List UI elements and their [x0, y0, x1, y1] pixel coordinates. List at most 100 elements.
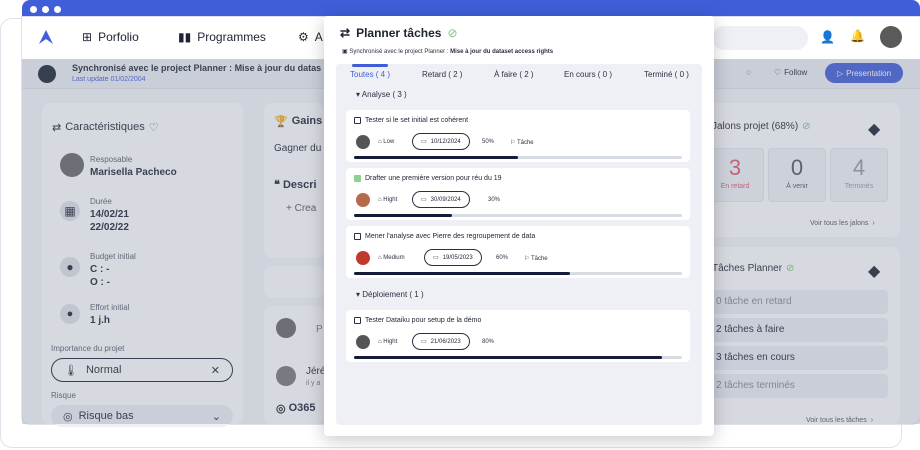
group-label: Déploiement ( 1 )	[362, 290, 424, 299]
tab-late[interactable]: Retard ( 2 )	[422, 70, 462, 79]
task-card[interactable]: Drafter une première version pour réu du…	[346, 168, 690, 220]
task-card[interactable]: Mener l'analyse avec Pierre des regroupe…	[346, 226, 690, 278]
nav-item-third[interactable]: ⚙ A	[298, 30, 323, 44]
task-card[interactable]: Tester Dataiku pour setup de la démo ⌂ H…	[346, 310, 690, 362]
task-checkbox[interactable]	[354, 117, 361, 124]
task-progress-fill	[354, 214, 453, 217]
task-checkbox-checked[interactable]	[354, 175, 361, 182]
task-progress-fill	[354, 356, 663, 359]
program-icon: ▮▮	[178, 30, 192, 44]
task-progress	[354, 272, 682, 275]
task-percent: 80%	[482, 339, 495, 345]
task-title-row: Tester si le set initial est cohérent	[354, 117, 468, 124]
assignee-avatar	[356, 193, 370, 207]
tab-active-indicator	[352, 64, 388, 67]
nav-item-programmes[interactable]: ▮▮ Programmes	[178, 30, 266, 44]
nav-label: A	[314, 30, 323, 44]
task-percent: 50%	[482, 139, 495, 145]
group-label: Analyse ( 3 )	[361, 90, 407, 99]
assignee-avatar	[356, 335, 370, 349]
task-progress	[354, 356, 682, 359]
calendar-icon: ▭	[421, 339, 427, 345]
assignee-avatar	[356, 135, 370, 149]
sync-project: Mise à jour du dataset access rights	[450, 49, 554, 55]
priority-icon: ⌂	[378, 139, 382, 145]
nav-label: Programmes	[197, 30, 266, 44]
task-title-row: Mener l'analyse avec Pierre des regroupe…	[354, 233, 535, 240]
priority-label: Hight	[383, 197, 398, 203]
caret-down-icon: ▾	[356, 90, 361, 99]
task-tag: ⚐ Tâche	[510, 139, 534, 146]
task-tag-label: Tâche	[516, 140, 534, 146]
swap-icon: ⇄	[340, 26, 351, 40]
task-title: Drafter une première version pour réu du…	[365, 175, 502, 182]
group-deploiement[interactable]: ▾ Déploiement ( 1 )	[356, 290, 424, 299]
calendar-icon: ▭	[421, 197, 427, 203]
tab-done[interactable]: Terminé ( 0 )	[644, 70, 689, 79]
due-date[interactable]: ▭ 10/12/2024	[412, 133, 470, 150]
avatar[interactable]	[880, 26, 902, 48]
grid-icon: ⊞	[82, 30, 93, 44]
due-date[interactable]: ▭ 19/05/2023	[424, 249, 482, 266]
window-dot-1[interactable]	[30, 6, 37, 13]
priority-label: Hight	[383, 339, 398, 345]
robot-icon: ⚙	[298, 30, 309, 44]
task-progress	[354, 214, 682, 217]
sync-prefix: Synchronisé avec le project Planner :	[349, 49, 451, 55]
task-progress	[354, 156, 682, 159]
task-title: Mener l'analyse avec Pierre des regroupe…	[365, 233, 536, 240]
task-percent: 30%	[488, 197, 501, 203]
tab-inprogress[interactable]: En cours ( 0 )	[564, 70, 612, 79]
briefcase-icon: ▣	[342, 49, 348, 55]
modal-header: ⇄ Planner tâches ⊘	[340, 26, 458, 40]
task-checkbox[interactable]	[354, 317, 361, 324]
tasks-panel: Toutes ( 4 ) Retard ( 2 ) À faire ( 2 ) …	[336, 64, 702, 425]
task-percent: 60%	[496, 255, 509, 261]
task-progress-fill	[354, 156, 518, 159]
app-logo-icon[interactable]	[38, 29, 54, 45]
tab-todo[interactable]: À faire ( 2 )	[494, 70, 534, 79]
window-titlebar	[22, 0, 920, 17]
window-dot-2[interactable]	[42, 6, 49, 13]
due-date[interactable]: ▭ 21/06/2023	[412, 333, 470, 350]
priority: ⌂ Hight	[378, 197, 397, 203]
caret-down-icon: ▾	[356, 290, 361, 299]
priority: ⌂ Hight	[378, 339, 397, 345]
assignee-avatar	[356, 251, 370, 265]
priority-icon: ⌂	[378, 197, 382, 203]
due-date[interactable]: ▭ 30/09/2024	[412, 191, 470, 208]
flag-icon: ⚐	[510, 140, 516, 146]
nav-item-portfolio[interactable]: ⊞ Porfolio	[82, 30, 139, 44]
task-tag: ⚐ Tâche	[524, 255, 548, 262]
priority: ⌂ Medium	[378, 255, 405, 261]
priority-icon: ⌂	[378, 339, 382, 345]
task-title: Tester si le set initial est cohérent	[365, 117, 469, 124]
window-dot-3[interactable]	[54, 6, 61, 13]
search-bar[interactable]	[712, 26, 808, 50]
calendar-icon: ▭	[421, 139, 427, 145]
flag-icon: ⚐	[524, 256, 530, 262]
task-card[interactable]: Tester si le set initial est cohérent ⌂ …	[346, 110, 690, 162]
user-icon[interactable]: 👤	[820, 30, 835, 44]
task-title-row: Tester Dataiku pour setup de la démo	[354, 317, 481, 324]
task-title: Tester Dataiku pour setup de la démo	[365, 317, 482, 324]
due-date-value: 19/05/2023	[442, 254, 473, 261]
group-analyse[interactable]: ▾ Analyse ( 3 )	[356, 90, 407, 99]
task-title-row: Drafter une première version pour réu du…	[354, 175, 502, 182]
task-checkbox[interactable]	[354, 233, 361, 240]
task-tag-label: Tâche	[530, 256, 548, 262]
nav-label: Porfolio	[98, 30, 139, 44]
sync-info: ▣ Synchronisé avec le project Planner : …	[342, 48, 553, 55]
planner-modal: ⇄ Planner tâches ⊘ ▣ Synchronisé avec le…	[324, 16, 714, 436]
priority-label: Low	[383, 139, 395, 145]
priority: ⌂ Low	[378, 139, 394, 145]
priority-label: Medium	[383, 255, 405, 261]
due-date-value: 30/09/2024	[430, 196, 461, 203]
calendar-icon: ▭	[433, 255, 439, 261]
due-date-value: 21/06/2023	[430, 338, 461, 345]
tab-all[interactable]: Toutes ( 4 )	[350, 70, 390, 79]
bell-icon[interactable]: 🔔	[850, 29, 865, 43]
check-circle-icon: ⊘	[447, 26, 458, 40]
due-date-value: 10/12/2024	[430, 138, 461, 145]
task-progress-fill	[354, 272, 571, 275]
